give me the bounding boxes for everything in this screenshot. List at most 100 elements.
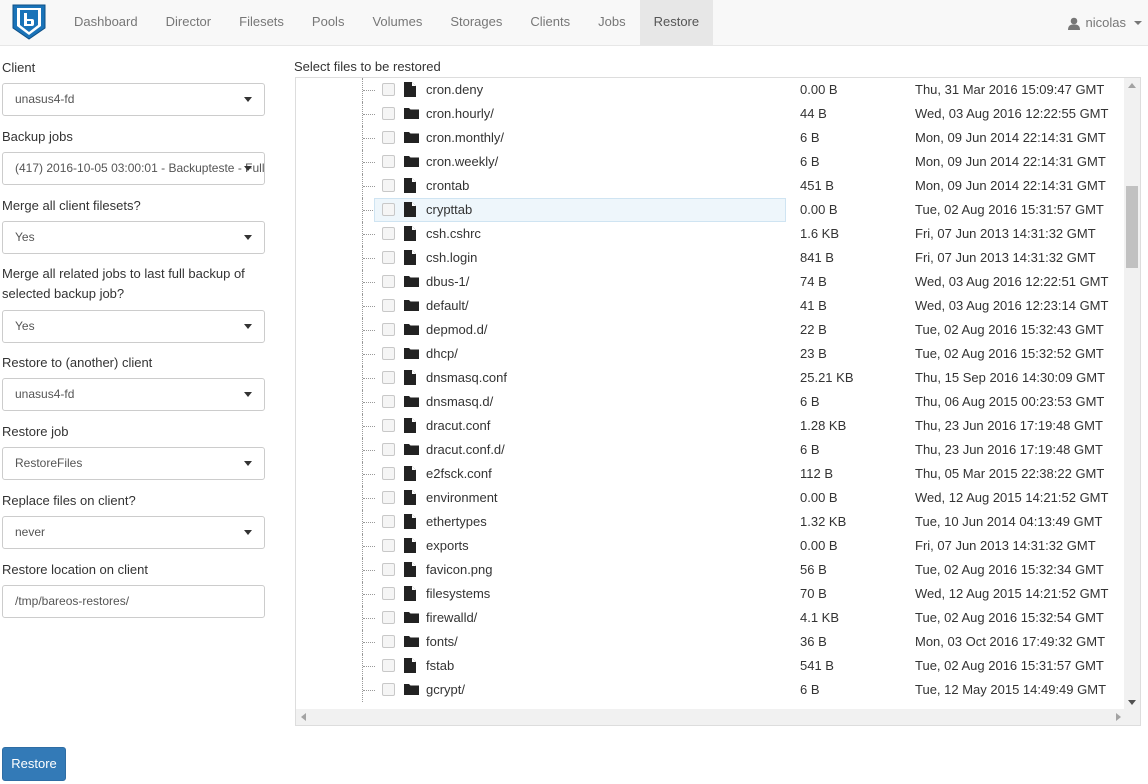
file-name[interactable]: dhcp/ [426,342,458,366]
select-checkbox[interactable] [382,155,395,168]
file-name[interactable]: filesystems [426,582,490,606]
select-checkbox[interactable] [382,683,395,696]
select-checkbox[interactable] [382,347,395,360]
tree-row[interactable]: csh.login 841 B Fri, 07 Jun 2013 14:31:32 … [296,246,1126,270]
client-select[interactable]: unasus4-fd [2,83,265,116]
select-checkbox[interactable] [382,395,395,408]
replace-files-select[interactable]: never [2,516,265,549]
tree-row[interactable]: gcrypt/6 B Tue, 12 May 2015 14:49:49 GMT [296,678,1126,702]
select-checkbox[interactable] [382,659,395,672]
tree-row[interactable]: favicon.png 56 B Tue, 02 Aug 2016 15:32:34… [296,558,1126,582]
tree-row[interactable]: exports 0.00 B Fri, 07 Jun 2013 14:31:32 G… [296,534,1126,558]
tree-row[interactable]: dhcp/23 B Tue, 02 Aug 2016 15:32:52 GMT [296,342,1126,366]
vertical-scrollbar[interactable] [1124,78,1140,710]
tree-row[interactable]: firewalld/4.1 KB Tue, 02 Aug 2016 15:32:5… [296,606,1126,630]
select-checkbox[interactable] [382,563,395,576]
file-name[interactable]: environment [426,486,498,510]
tree-row[interactable]: cron.weekly/6 B Mon, 09 Jun 2014 22:14:31… [296,150,1126,174]
select-checkbox[interactable] [382,227,395,240]
select-checkbox[interactable] [382,179,395,192]
file-name[interactable]: dnsmasq.conf [426,366,507,390]
file-name[interactable]: crypttab [426,198,472,222]
tree-row[interactable]: dracut.conf 1.28 KB Thu, 23 Jun 2016 17:19… [296,414,1126,438]
select-checkbox[interactable] [382,275,395,288]
file-name[interactable]: csh.login [426,246,477,270]
select-checkbox[interactable] [382,491,395,504]
select-checkbox[interactable] [382,419,395,432]
nav-item-pools[interactable]: Pools [298,0,359,46]
select-checkbox[interactable] [382,203,395,216]
tree-row[interactable]: ethertypes 1.32 KB Tue, 10 Jun 2014 04:13:… [296,510,1126,534]
tree-row[interactable]: cron.hourly/44 B Wed, 03 Aug 2016 12:22:5… [296,102,1126,126]
tree-row[interactable]: filesystems 70 B Wed, 12 Aug 2015 14:21:52… [296,582,1126,606]
tree-row[interactable]: fonts/36 B Mon, 03 Oct 2016 17:49:32 GMT [296,630,1126,654]
tree-row[interactable]: dnsmasq.conf 25.21 KB Thu, 15 Sep 2016 14:… [296,366,1126,390]
file-name[interactable]: default/ [426,294,469,318]
nav-item-restore[interactable]: Restore [639,0,714,46]
tree-row[interactable]: dnsmasq.d/6 B Thu, 06 Aug 2015 00:23:53 G… [296,390,1126,414]
file-name[interactable]: dracut.conf [426,414,490,438]
scroll-right-icon[interactable] [1116,713,1121,721]
file-name[interactable]: cron.deny [426,78,483,102]
file-name[interactable]: cron.hourly/ [426,102,494,126]
tree-row[interactable]: csh.cshrc 1.6 KB Fri, 07 Jun 2013 14:31:32… [296,222,1126,246]
file-name[interactable]: dbus-1/ [426,270,469,294]
file-name[interactable]: dracut.conf.d/ [426,438,505,462]
restore-button[interactable]: Restore [2,747,66,781]
vertical-scroll-thumb[interactable] [1126,186,1138,268]
merge-jobs-select[interactable]: Yes [2,310,265,343]
tree-row[interactable]: e2fsck.conf 112 B Thu, 05 Mar 2015 22:38:2… [296,462,1126,486]
nav-item-dashboard[interactable]: Dashboard [60,0,152,46]
merge-filesets-select[interactable]: Yes [2,221,265,254]
user-menu[interactable]: nicolas [1067,0,1142,46]
file-name[interactable]: crontab [426,174,469,198]
file-name[interactable]: exports [426,534,469,558]
file-name[interactable]: ethertypes [426,510,487,534]
file-name[interactable]: favicon.png [426,558,493,582]
file-name[interactable]: cron.weekly/ [426,150,498,174]
file-name[interactable]: gcrypt/ [426,678,465,702]
scroll-up-icon[interactable] [1128,83,1136,88]
select-checkbox[interactable] [382,323,395,336]
restore-client-select[interactable]: unasus4-fd [2,378,265,411]
select-checkbox[interactable] [382,83,395,96]
restore-job-select[interactable]: RestoreFiles [2,447,265,480]
file-name[interactable]: depmod.d/ [426,318,487,342]
bareos-logo[interactable] [12,4,46,40]
tree-row[interactable]: depmod.d/22 B Tue, 02 Aug 2016 15:32:43 G… [296,318,1126,342]
file-name[interactable]: csh.cshrc [426,222,481,246]
tree-row[interactable]: dracut.conf.d/6 B Thu, 23 Jun 2016 17:19:… [296,438,1126,462]
tree-row[interactable]: crontab 451 B Mon, 09 Jun 2014 22:14:31 GM… [296,174,1126,198]
nav-item-volumes[interactable]: Volumes [358,0,436,46]
select-checkbox[interactable] [382,635,395,648]
select-checkbox[interactable] [382,587,395,600]
select-checkbox[interactable] [382,539,395,552]
nav-item-storages[interactable]: Storages [436,0,516,46]
file-name[interactable]: e2fsck.conf [426,462,492,486]
file-name[interactable]: dnsmasq.d/ [426,390,493,414]
select-checkbox[interactable] [382,611,395,624]
scroll-left-icon[interactable] [301,713,306,721]
select-checkbox[interactable] [382,371,395,384]
tree-row[interactable]: default/41 B Wed, 03 Aug 2016 12:23:14 GM… [296,294,1126,318]
restore-location-input[interactable]: /tmp/bareos-restores/ [2,585,265,618]
tree-row[interactable]: cron.monthly/6 B Mon, 09 Jun 2014 22:14:3… [296,126,1126,150]
file-name[interactable]: fstab [426,654,454,678]
tree-row[interactable]: fstab 541 B Tue, 02 Aug 2016 15:31:57 GMT [296,654,1126,678]
nav-item-filesets[interactable]: Filesets [225,0,298,46]
select-checkbox[interactable] [382,131,395,144]
nav-item-director[interactable]: Director [152,0,226,46]
scroll-down-icon[interactable] [1128,700,1136,705]
select-checkbox[interactable] [382,299,395,312]
select-checkbox[interactable] [382,107,395,120]
nav-item-jobs[interactable]: Jobs [584,0,639,46]
nav-item-clients[interactable]: Clients [516,0,584,46]
select-checkbox[interactable] [382,515,395,528]
select-checkbox[interactable] [382,251,395,264]
tree-row[interactable]: crypttab 0.00 B Tue, 02 Aug 2016 15:31:57 … [296,198,1126,222]
file-name[interactable]: cron.monthly/ [426,126,504,150]
select-checkbox[interactable] [382,443,395,456]
file-name[interactable]: firewalld/ [426,606,477,630]
tree-row[interactable]: environment 0.00 B Wed, 12 Aug 2015 14:21:… [296,486,1126,510]
tree-row[interactable]: cron.deny 0.00 B Thu, 31 Mar 2016 15:09:47… [296,78,1126,102]
